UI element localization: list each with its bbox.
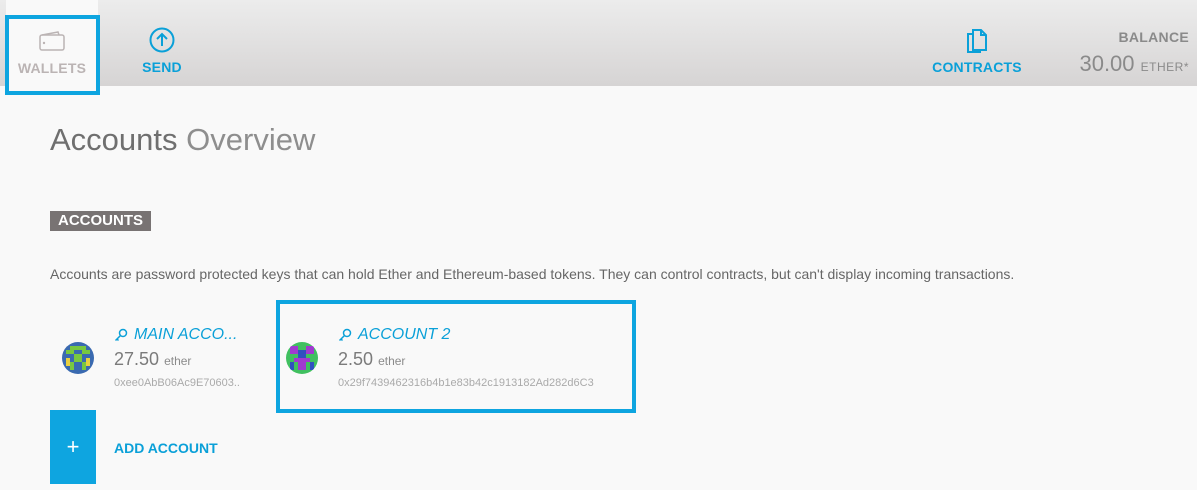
wallet-icon	[39, 28, 65, 54]
account-card-main[interactable]: MAIN ACCO... 27.50 ether 0xee0AbB06Ac9E7…	[56, 320, 256, 400]
identicon-avatar	[286, 342, 318, 374]
account-balance-amount: 2.50	[338, 349, 374, 369]
account-balance: 27.50 ether	[114, 349, 191, 370]
nav-wallets[interactable]: WALLETS	[6, 0, 98, 92]
balance-value-row: 30.00 ETHER*	[1079, 51, 1189, 77]
account-name-main[interactable]: MAIN ACCO...	[114, 326, 237, 344]
identicon-avatar	[62, 342, 94, 374]
account-name-2[interactable]: ACCOUNT 2	[338, 326, 450, 344]
account-balance-unit: ether	[378, 354, 406, 368]
account-address: 0x29f7439462316b4b1e83b42c1913182Ad282d6…	[338, 377, 594, 389]
balance-label: BALANCE	[1118, 29, 1189, 45]
balance-amount: 30.00	[1079, 51, 1135, 76]
account-balance: 2.50 ether	[338, 349, 405, 370]
page-title: Accounts Overview	[50, 122, 315, 158]
contracts-document-icon	[964, 27, 990, 53]
balance-unit: ETHER*	[1140, 60, 1189, 74]
nav-contracts-label: CONTRACTS	[932, 59, 1022, 75]
total-balance: BALANCE 30.00 ETHER*	[1079, 29, 1189, 77]
account-card-2[interactable]: ACCOUNT 2 2.50 ether 0x29f7439462316b4b1…	[280, 320, 630, 400]
account-name-label: MAIN ACCO...	[134, 326, 238, 343]
key-icon	[114, 328, 128, 342]
nav-contracts[interactable]: CONTRACTS	[930, 0, 1024, 86]
nav-send[interactable]: SEND	[126, 0, 198, 86]
accounts-description: Accounts are password protected keys tha…	[50, 266, 1015, 282]
account-address: 0xee0AbB06Ac9E70603..	[114, 377, 240, 389]
page-title-light: Overview	[186, 122, 316, 157]
send-arrow-icon	[149, 27, 175, 53]
account-balance-amount: 27.50	[114, 349, 160, 369]
accounts-section-badge: ACCOUNTS	[50, 211, 151, 231]
nav-send-label: SEND	[142, 59, 182, 75]
account-name-label: ACCOUNT 2	[358, 326, 451, 343]
nav-wallets-label: WALLETS	[17, 60, 87, 76]
account-balance-unit: ether	[164, 354, 192, 368]
add-account-link[interactable]: ADD ACCOUNT	[114, 440, 218, 456]
top-nav-bar: WALLETS SEND CONTRACTS BALANCE 30.00 ETH…	[0, 0, 1197, 92]
add-account-plus-button[interactable]: +	[50, 410, 96, 484]
page-title-strong: Accounts	[50, 122, 178, 157]
key-icon	[338, 328, 352, 342]
